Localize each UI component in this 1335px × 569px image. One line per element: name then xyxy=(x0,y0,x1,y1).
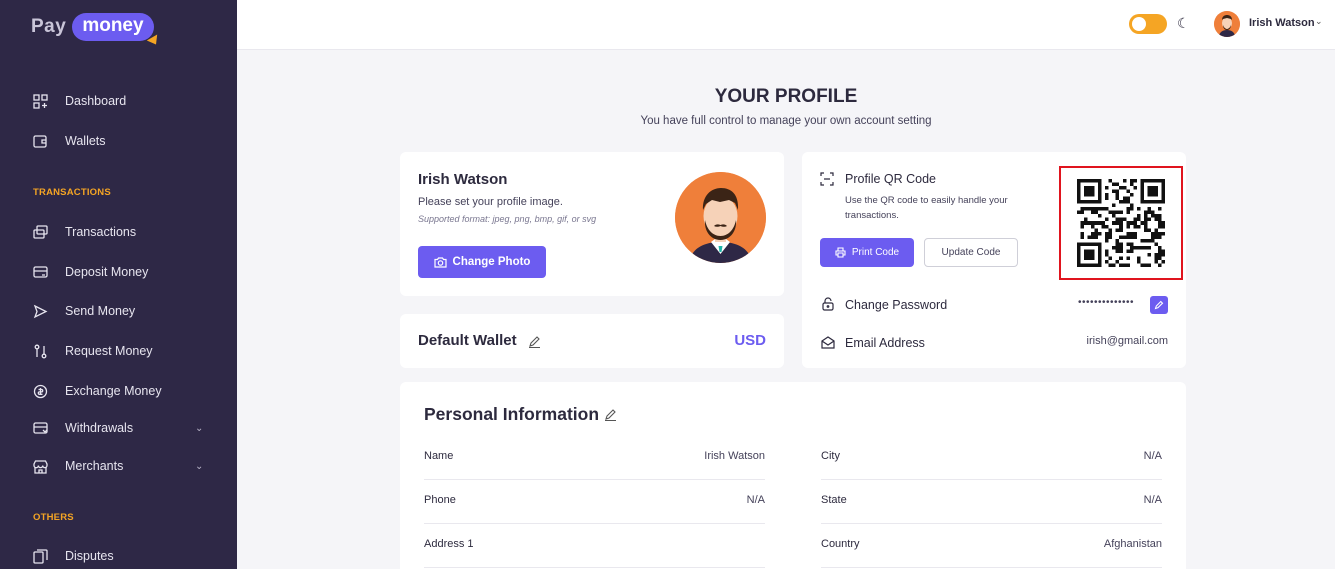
sidebar-item-exchange-money[interactable]: Exchange Money xyxy=(0,379,237,403)
info-key: Phone xyxy=(424,494,456,506)
info-key: State xyxy=(821,494,847,506)
sidebar-item-label: Deposit Money xyxy=(65,265,149,279)
profile-name: Irish Watson xyxy=(418,171,508,188)
mail-icon xyxy=(821,336,835,350)
print-code-button[interactable]: Print Code xyxy=(820,238,914,267)
page-title: YOUR PROFILE xyxy=(714,86,858,107)
info-key: Address 1 xyxy=(424,538,474,550)
chevron-down-icon: ⌄ xyxy=(195,460,204,472)
profile-avatar xyxy=(675,172,766,263)
printer-icon xyxy=(835,247,846,258)
qr-code-highlight xyxy=(1059,166,1183,280)
qr-code-image xyxy=(1077,179,1165,267)
email-address-label: Email Address xyxy=(845,336,925,350)
change-photo-label: Change Photo xyxy=(452,256,531,268)
profile-card: Irish Watson Please set your profile ima… xyxy=(400,152,784,296)
avatar[interactable] xyxy=(1214,11,1240,37)
sidebar-item-label: Send Money xyxy=(65,304,136,318)
info-value: N/A xyxy=(746,494,765,506)
info-row-name: Name Irish Watson xyxy=(424,436,765,480)
sidebar-item-request-money[interactable]: Request Money xyxy=(0,339,237,363)
logo-money-text: money xyxy=(82,15,144,36)
info-value: N/A xyxy=(1143,494,1162,506)
qr-code-description: Use the QR code to easily handle your tr… xyxy=(845,195,1008,221)
sidebar-item-label: Exchange Money xyxy=(65,384,162,398)
logo-pay-text: Pay xyxy=(31,16,67,37)
default-wallet-label: Default Wallet xyxy=(418,332,517,349)
sidebar-item-label: Withdrawals xyxy=(65,421,134,435)
sidebar-item-wallets[interactable]: Wallets xyxy=(0,129,237,153)
qr-code-title: Profile QR Code xyxy=(845,172,937,186)
sidebar-item-disputes[interactable]: Disputes xyxy=(0,544,237,568)
info-row-country: Country Afghanistan xyxy=(821,524,1162,568)
page-subtitle: You have full control to manage your own… xyxy=(640,115,932,127)
sidebar-item-label: Wallets xyxy=(65,134,106,148)
info-key: City xyxy=(821,450,840,462)
info-key: Country xyxy=(821,538,860,550)
default-wallet-card: Default Wallet USD xyxy=(400,314,784,368)
header-user-name[interactable]: Irish Watson xyxy=(1249,17,1315,29)
info-row-address-1: Address 1 xyxy=(424,524,765,568)
exchange-icon xyxy=(32,383,48,399)
section-title-others: OTHERS xyxy=(33,512,74,523)
merchants-icon xyxy=(32,458,48,474)
section-title-transactions: TRANSACTIONS xyxy=(33,187,111,198)
logo-money-badge: money xyxy=(72,13,161,48)
request-icon xyxy=(32,343,48,359)
change-password-label: Change Password xyxy=(845,298,948,312)
default-wallet-currency: USD xyxy=(734,332,766,349)
deposit-icon xyxy=(32,264,48,280)
camera-icon xyxy=(433,257,447,268)
sidebar-item-dashboard[interactable]: Dashboard xyxy=(0,89,237,113)
change-photo-button[interactable]: Change Photo xyxy=(418,246,546,278)
transactions-icon xyxy=(32,224,48,240)
info-row-city: City N/A xyxy=(821,436,1162,480)
info-value: Afghanistan xyxy=(1103,538,1162,550)
sidebar: Pay money Dashboard Wallets TRANSACTIONS… xyxy=(0,0,237,569)
profile-image-hint: Please set your profile image. xyxy=(418,196,563,208)
info-row-phone: Phone N/A xyxy=(424,480,765,524)
edit-personal-info-icon[interactable] xyxy=(604,408,617,424)
info-row-state: State N/A xyxy=(821,480,1162,524)
email-address-value: irish@gmail.com xyxy=(1086,335,1168,347)
profile-image-formats: Supported format: jpeg, png, bmp, gif, o… xyxy=(418,214,597,224)
wallet-icon xyxy=(32,133,48,149)
withdrawals-icon xyxy=(32,420,48,436)
pencil-icon xyxy=(1154,300,1164,310)
sidebar-item-label: Transactions xyxy=(65,225,137,239)
edit-wallet-icon[interactable] xyxy=(528,335,541,351)
sidebar-item-label: Request Money xyxy=(65,344,153,358)
sidebar-item-label: Dashboard xyxy=(65,94,127,108)
sidebar-item-merchants[interactable]: Merchants ⌄ xyxy=(0,454,237,478)
lock-icon xyxy=(821,297,835,311)
personal-information-card: Personal Information Name Irish Watson P… xyxy=(400,382,1186,569)
dashboard-icon xyxy=(32,93,48,109)
print-code-label: Print Code xyxy=(851,247,900,258)
sidebar-item-label: Merchants xyxy=(65,459,124,473)
info-value: N/A xyxy=(1143,450,1162,462)
edit-password-button[interactable] xyxy=(1150,296,1168,314)
sidebar-item-withdrawals[interactable]: Withdrawals ⌄ xyxy=(0,416,237,440)
toggle-knob xyxy=(1132,17,1146,31)
update-code-button[interactable]: Update Code xyxy=(924,238,1018,267)
password-mask: •••••••••••••• xyxy=(1078,297,1135,308)
sidebar-item-send-money[interactable]: Send Money xyxy=(0,299,237,323)
sidebar-item-transactions[interactable]: Transactions xyxy=(0,220,237,244)
info-key: Name xyxy=(424,450,454,462)
scan-icon xyxy=(820,172,834,186)
info-value: Irish Watson xyxy=(704,450,765,462)
chevron-down-icon: ⌄ xyxy=(195,422,204,434)
theme-toggle[interactable] xyxy=(1129,14,1167,34)
topbar: ☾ Irish Watson ⌄ xyxy=(237,0,1335,50)
send-icon xyxy=(32,303,48,319)
personal-information-title: Personal Information xyxy=(424,404,600,424)
sidebar-item-deposit-money[interactable]: Deposit Money xyxy=(0,260,237,284)
moon-icon[interactable]: ☾ xyxy=(1177,15,1190,32)
chevron-down-icon[interactable]: ⌄ xyxy=(1315,16,1323,27)
brand-logo[interactable]: Pay money xyxy=(31,13,161,48)
sidebar-item-label: Disputes xyxy=(65,549,114,563)
disputes-icon xyxy=(32,548,48,564)
qr-code-card: Profile QR Code Use the QR code to easil… xyxy=(802,152,1186,368)
